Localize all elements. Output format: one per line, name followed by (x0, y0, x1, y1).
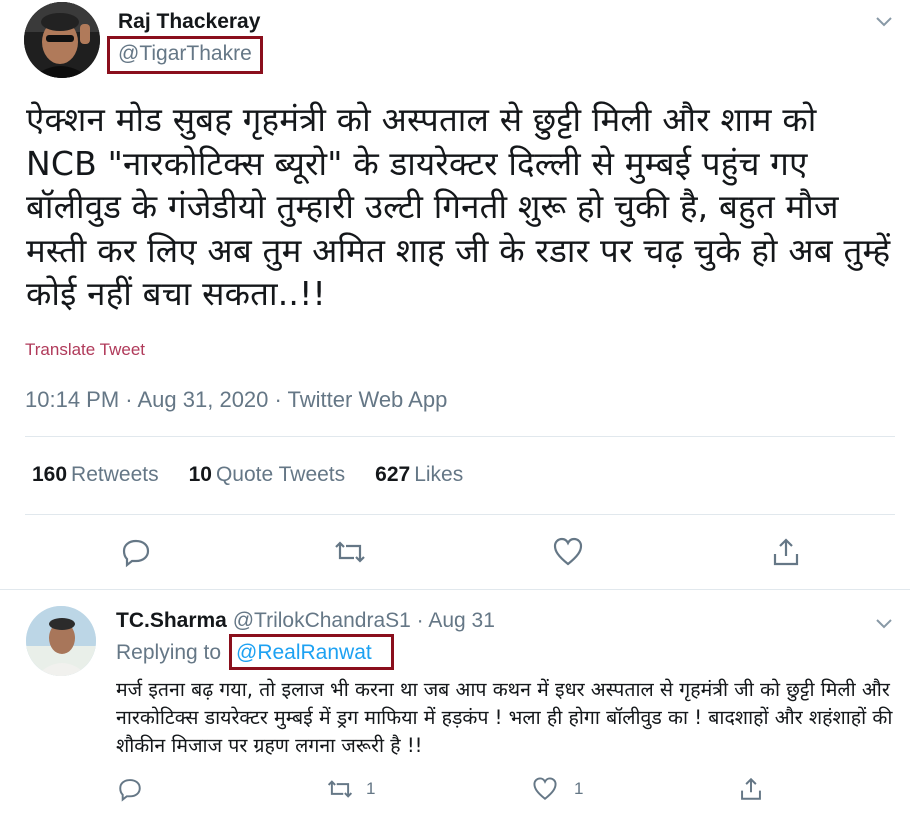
chevron-down-icon[interactable] (873, 612, 895, 634)
author-handle[interactable]: @TigarThakre (118, 42, 252, 66)
share-icon[interactable] (770, 536, 802, 568)
reply-icon[interactable] (117, 776, 143, 802)
main-tweet: Raj Thackeray @TigarThakre ऐक्शन मोड सुब… (0, 0, 910, 590)
quote-label: Quote Tweets (215, 463, 346, 486)
reply-author-name[interactable]: TC.Sharma (116, 609, 227, 632)
reply-tweet: TC.Sharma @TrilokChandraS1 · Aug 31 Repl… (0, 592, 910, 826)
quote-tweets-stat[interactable]: 10 Quote Tweets (189, 463, 346, 487)
retweets-label: Retweets (71, 463, 159, 486)
reply-header: TC.Sharma @TrilokChandraS1 · Aug 31 (116, 609, 495, 633)
likes-stat[interactable]: 627 Likes (375, 463, 463, 487)
author-photo (24, 2, 100, 78)
author-name[interactable]: Raj Thackeray (118, 10, 260, 34)
divider (25, 514, 895, 515)
chevron-down-icon[interactable] (873, 10, 895, 32)
heart-icon[interactable] (532, 776, 558, 802)
divider (25, 436, 895, 437)
avatar[interactable] (24, 2, 100, 78)
avatar[interactable] (26, 606, 96, 676)
replying-to-label: Replying to (116, 641, 222, 664)
retweets-stat[interactable]: 160 Retweets (32, 463, 159, 487)
tweet-stats: 160 Retweets 10 Quote Tweets 627 Likes (32, 463, 463, 487)
tweet-text: ऐक्शन मोड सुबह गृहमंत्री को अस्पताल से छ… (26, 100, 891, 313)
translate-tweet-link[interactable]: Translate Tweet (25, 340, 145, 360)
reply-text: मर्ज इतना बढ़ गया, तो इलाज भी करना था जब… (116, 678, 893, 757)
retweet-icon[interactable] (327, 776, 353, 802)
tweet-timestamp[interactable]: 10:14 PM · Aug 31, 2020 · Twitter Web Ap… (25, 387, 447, 413)
reply-author-photo (26, 606, 96, 676)
reply-handle-date[interactable]: @TrilokChandraS1 · Aug 31 (233, 609, 495, 632)
retweets-count: 160 (32, 463, 68, 486)
reply-retweet-count: 1 (366, 779, 376, 798)
heart-icon[interactable] (552, 536, 584, 568)
likes-label: Likes (414, 463, 464, 486)
replying-to-mention[interactable]: @RealRanwat (236, 641, 372, 665)
reply-like-count: 1 (574, 779, 584, 798)
share-icon[interactable] (738, 776, 764, 802)
retweet-icon[interactable] (334, 536, 366, 568)
likes-count: 627 (375, 463, 411, 486)
quote-count: 10 (188, 463, 212, 486)
reply-icon[interactable] (120, 536, 152, 568)
